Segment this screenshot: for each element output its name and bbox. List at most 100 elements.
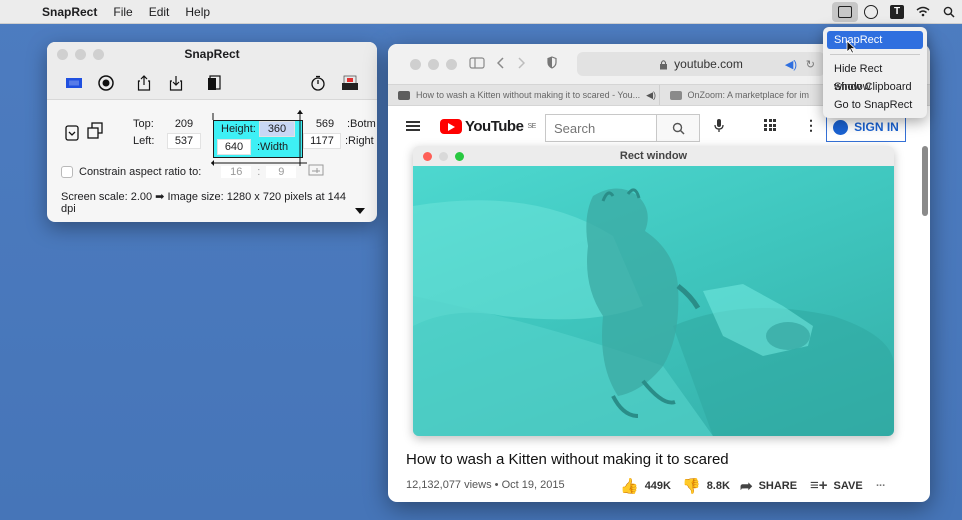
shield-icon[interactable] bbox=[547, 56, 557, 72]
snaprect-window: SnapRect Top: 209 Left: 537 Height: 360 … bbox=[47, 42, 377, 222]
timer-icon[interactable] bbox=[307, 72, 329, 94]
audio-icon[interactable]: ◀) bbox=[785, 58, 797, 71]
lock-icon bbox=[660, 59, 668, 69]
share-arrow-icon: ➦ bbox=[740, 478, 753, 495]
forward-icon[interactable] bbox=[517, 56, 526, 72]
dislike-count: 8.8K bbox=[706, 480, 730, 492]
video-meta: 12,132,077 views • Oct 19, 2015 bbox=[406, 479, 565, 491]
snaprect-status-icon[interactable] bbox=[832, 1, 858, 22]
menu-item-show-clipboard[interactable]: Show Clipboard bbox=[827, 78, 923, 96]
video-title: How to wash a Kitten without making it t… bbox=[406, 451, 729, 468]
close-button[interactable] bbox=[57, 48, 68, 60]
top-field[interactable]: 209 bbox=[167, 116, 201, 132]
search-input[interactable] bbox=[545, 114, 657, 142]
height-label: Height: bbox=[221, 123, 256, 135]
apps-grid-icon[interactable] bbox=[764, 119, 776, 131]
menu-app-name[interactable]: SnapRect bbox=[34, 5, 105, 19]
right-field[interactable]: 1177 bbox=[303, 133, 341, 149]
tab-youtube[interactable]: How to wash a Kitten without making it t… bbox=[388, 85, 659, 105]
rect-window-titlebar[interactable]: Rect window bbox=[413, 146, 894, 166]
scale-info: Screen scale: 2.00 ➡ Image size: 1280 x … bbox=[61, 191, 346, 215]
height-field[interactable]: 360 bbox=[259, 121, 295, 137]
vpn-icon[interactable] bbox=[858, 2, 884, 22]
menu-file[interactable]: File bbox=[105, 5, 140, 19]
mouse-cursor-icon bbox=[846, 40, 856, 54]
bottom-field[interactable]: 569 bbox=[307, 116, 343, 132]
minimize-button[interactable] bbox=[75, 48, 86, 60]
preview-icon[interactable] bbox=[339, 72, 361, 94]
snaprect-titlebar[interactable]: SnapRect bbox=[47, 42, 377, 66]
safari-close-button[interactable] bbox=[410, 58, 421, 70]
search-icon[interactable] bbox=[936, 2, 962, 22]
youtube-region: SE bbox=[527, 122, 536, 130]
sign-in-label: SIGN IN bbox=[854, 120, 899, 134]
playlist-add-icon: ≡+ bbox=[810, 477, 828, 494]
wifi-icon[interactable] bbox=[910, 2, 936, 22]
width-field[interactable]: 640 bbox=[217, 139, 251, 155]
search-icon bbox=[672, 122, 685, 135]
microphone-icon[interactable] bbox=[714, 118, 724, 136]
onzoom-favicon-icon bbox=[669, 90, 682, 100]
hamburger-menu-icon[interactable] bbox=[406, 121, 420, 131]
safari-zoom-button[interactable] bbox=[446, 58, 457, 70]
video-player[interactable] bbox=[413, 166, 894, 436]
menu-item-hide-rect-window[interactable]: Hide Rect window bbox=[827, 60, 923, 93]
clipboard-icon[interactable] bbox=[203, 72, 225, 94]
menu-edit[interactable]: Edit bbox=[141, 5, 178, 19]
rect-window-title: Rect window bbox=[619, 150, 688, 162]
left-field[interactable]: 537 bbox=[167, 133, 201, 149]
right-label: :Right bbox=[345, 135, 374, 147]
youtube-play-icon bbox=[440, 118, 462, 134]
menu-help[interactable]: Help bbox=[177, 5, 218, 19]
rect-select-icon[interactable] bbox=[63, 72, 85, 94]
thumbs-up-icon: 👍 bbox=[620, 478, 639, 495]
safari-minimize-button[interactable] bbox=[428, 58, 439, 70]
target-icon[interactable] bbox=[95, 72, 117, 94]
sidebar-icon[interactable] bbox=[469, 56, 485, 72]
youtube-logo-text: YouTube bbox=[465, 117, 524, 135]
youtube-favicon-icon bbox=[398, 90, 410, 100]
left-label: Left: bbox=[133, 135, 155, 147]
expand-down-icon[interactable] bbox=[61, 122, 83, 144]
share-button[interactable]: ➦ SHARE bbox=[740, 477, 797, 495]
search-button[interactable] bbox=[656, 114, 700, 142]
reload-icon[interactable]: ↻ bbox=[806, 58, 815, 71]
tab-audio-icon[interactable]: ◀) bbox=[646, 90, 656, 101]
kitten-video-frame bbox=[413, 188, 894, 436]
save-button[interactable]: ≡+ SAVE bbox=[810, 477, 863, 494]
url-text: youtube.com bbox=[674, 57, 743, 71]
top-label: Top: bbox=[133, 118, 154, 130]
more-options-icon[interactable]: ⋮ bbox=[804, 117, 818, 134]
share-label: SHARE bbox=[758, 480, 798, 492]
width-label: :Width bbox=[257, 141, 289, 153]
more-actions-button[interactable]: ... bbox=[876, 477, 885, 489]
geometry-panel: Top: 209 Left: 537 Height: 360 640 :Widt… bbox=[61, 110, 376, 166]
menu-bar: SnapRect File Edit Help T bbox=[0, 0, 962, 24]
more-actions-label: ... bbox=[876, 477, 886, 489]
typora-icon[interactable]: T bbox=[884, 2, 910, 22]
menu-separator bbox=[830, 54, 920, 55]
save-icon[interactable] bbox=[165, 72, 187, 94]
snaprect-body: Top: 209 Left: 537 Height: 360 640 :Widt… bbox=[47, 100, 377, 222]
constrain-label: Constrain aspect ratio to: bbox=[79, 165, 202, 178]
tab-label: OnZoom: A marketplace for im bbox=[687, 90, 810, 100]
rect-window: Rect window bbox=[413, 146, 894, 436]
constrain-checkbox[interactable] bbox=[61, 165, 73, 178]
address-bar[interactable]: youtube.com ◀) ↻ bbox=[577, 52, 825, 76]
thumbs-down-icon: 👎 bbox=[682, 478, 701, 495]
dislike-button[interactable]: 👎 8.8K bbox=[682, 477, 730, 495]
menu-item-go-to-snaprect[interactable]: Go to SnapRect bbox=[827, 96, 923, 114]
copy-rect-icon[interactable] bbox=[85, 120, 107, 142]
page-scrollbar[interactable] bbox=[922, 146, 928, 216]
bottom-label: :Botm bbox=[347, 118, 376, 130]
like-button[interactable]: 👍 449K bbox=[620, 477, 671, 495]
status-menu-dropdown: SnapRect Hide Rect window Show Clipboard… bbox=[823, 27, 927, 118]
youtube-logo[interactable]: YouTube SE bbox=[440, 118, 536, 135]
disclosure-triangle-icon[interactable] bbox=[355, 208, 365, 214]
back-icon[interactable] bbox=[496, 56, 505, 72]
account-icon bbox=[833, 119, 849, 135]
share-icon[interactable] bbox=[133, 72, 155, 94]
tab-label: How to wash a Kitten without making it t… bbox=[416, 90, 641, 100]
zoom-button[interactable] bbox=[93, 48, 104, 60]
menu-item-snaprect[interactable]: SnapRect bbox=[827, 31, 923, 49]
